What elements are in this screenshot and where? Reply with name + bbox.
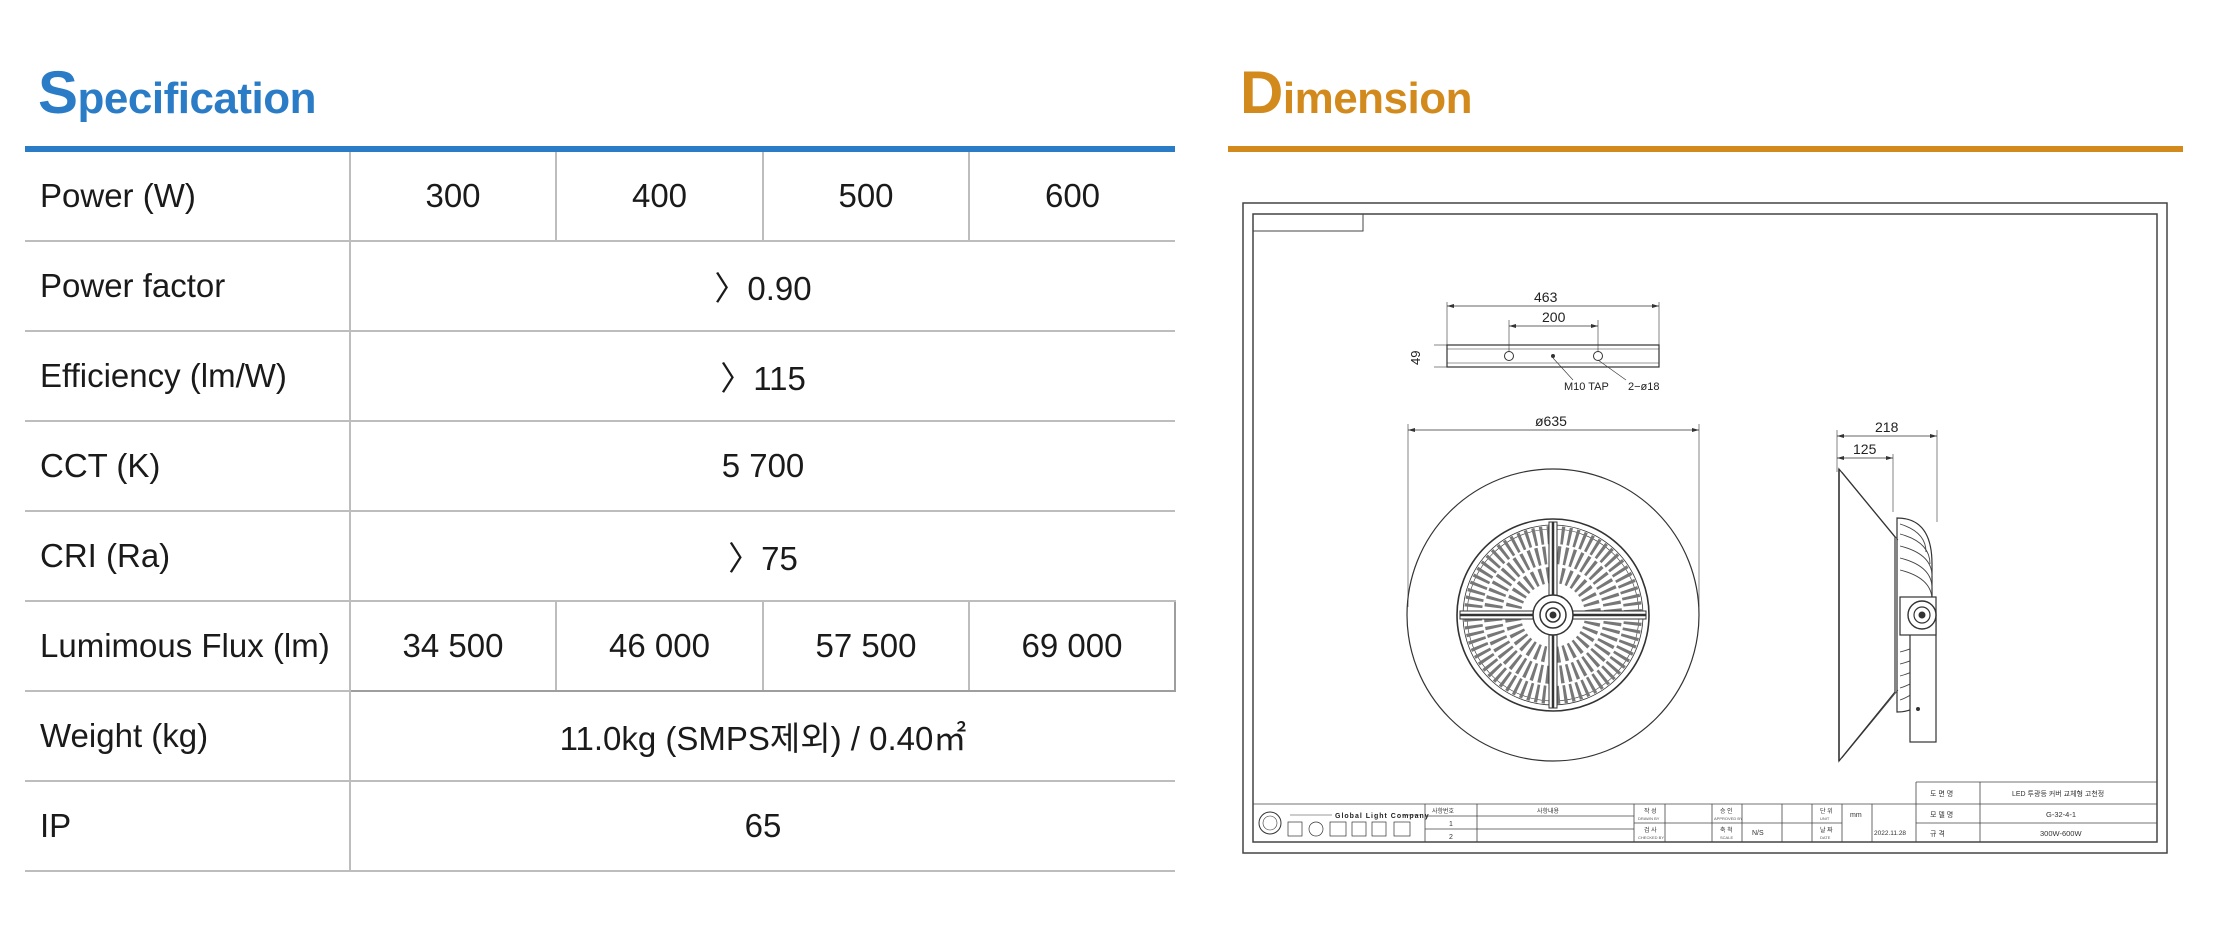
spec-value: 11.0kg (SMPS제외) / 0.40㎡ bbox=[350, 691, 1175, 782]
spec-value: 400 bbox=[556, 152, 764, 242]
spec-title: Specification bbox=[38, 58, 317, 127]
spec-row-cct: CCT (K) 5 700 bbox=[25, 421, 1175, 512]
front-view bbox=[1406, 424, 1700, 762]
spec-value: 〉115 bbox=[350, 331, 1175, 422]
spec-label: Lumimous Flux (lm) bbox=[25, 601, 351, 692]
drawing-name-label: 도 면 명 bbox=[1930, 789, 1953, 798]
spec-value: 65 bbox=[350, 781, 1175, 872]
note-holes-label: 2−ø18 bbox=[1628, 381, 1660, 393]
drawn-by-ko: 작 성 bbox=[1644, 807, 1657, 815]
spec-value: 5 700 bbox=[350, 421, 1175, 512]
model-label: 모 델 명 bbox=[1930, 810, 1953, 819]
dim-49-label: 49 bbox=[1408, 351, 1423, 365]
spec-row-efficiency: Efficiency (lm/W) 〉115 bbox=[25, 331, 1175, 422]
dimension-drawing: 463 200 49 M10 TAP 2−ø18 ø635 218 125 Gl… bbox=[1242, 202, 2168, 854]
spec-title-rest: pecification bbox=[77, 74, 317, 123]
spec-value: 34 500 bbox=[350, 600, 557, 692]
spec-row-power: Power (W) 300 400 500 600 bbox=[25, 152, 1175, 242]
spec-label: IP bbox=[25, 781, 351, 872]
approved-by-ko: 승 인 bbox=[1720, 808, 1733, 815]
dimension-title: Dimension bbox=[1240, 58, 1473, 127]
date-value: 2022.11.28 bbox=[1874, 830, 1906, 837]
rev-row-2: 2 bbox=[1449, 834, 1453, 841]
spec-value: 〉75 bbox=[350, 511, 1175, 602]
checked-by-ko: 검 사 bbox=[1644, 826, 1657, 834]
approved-by-en: APPROVED BY bbox=[1714, 816, 1743, 821]
spec-label: Power factor bbox=[25, 241, 351, 332]
dimension-title-rest: imension bbox=[1282, 74, 1473, 123]
dim-200-label: 200 bbox=[1542, 309, 1566, 325]
spec-label: CCT (K) bbox=[25, 421, 351, 512]
company-name: Global Light Company bbox=[1335, 813, 1430, 820]
dim-218-label: 218 bbox=[1875, 419, 1899, 435]
spec-value: 57 500 bbox=[763, 600, 970, 692]
dim-463-label: 463 bbox=[1534, 289, 1558, 305]
sheet-corner-box bbox=[1252, 213, 1364, 232]
drawn-by-en: DRAWN BY bbox=[1638, 816, 1660, 821]
spec-value: 46 000 bbox=[556, 600, 764, 692]
rev-header-no: 사항번호 bbox=[1432, 807, 1455, 815]
spec-row-power-factor: Power factor 〉0.90 bbox=[25, 241, 1175, 332]
drawing-name-value: LED 투광등 커버 교체형 고천정 bbox=[2012, 789, 2104, 798]
dim-125-label: 125 bbox=[1853, 441, 1877, 457]
sheet-outer-frame bbox=[1242, 202, 2168, 854]
dim-635-label: ø635 bbox=[1535, 413, 1567, 429]
spec-value: 500 bbox=[763, 152, 970, 242]
spec-value: 600 bbox=[969, 152, 1175, 242]
spec-value: 300 bbox=[350, 152, 557, 242]
spec-label: Weight (kg) bbox=[25, 691, 351, 782]
side-view bbox=[1836, 430, 1938, 763]
spec-row-luminous-flux: Lumimous Flux (lm) 34 500 46 000 57 500 … bbox=[25, 600, 1176, 692]
spec-row-ip: IP 65 bbox=[25, 781, 1175, 872]
spec-value: 300W-600W bbox=[2040, 829, 2082, 838]
spec-value: 〉0.90 bbox=[350, 241, 1175, 332]
sheet-inner-frame bbox=[1252, 213, 2158, 843]
rev-row-1: 1 bbox=[1449, 821, 1453, 828]
spec-row-cri: CRI (Ra) 〉75 bbox=[25, 511, 1175, 602]
spec-label: Efficiency (lm/W) bbox=[25, 331, 351, 422]
spec-value: 69 000 bbox=[969, 600, 1176, 692]
scale-ko: 축 척 bbox=[1720, 826, 1733, 834]
scale-value: N/S bbox=[1752, 830, 1764, 837]
rev-header-content: 사항내용 bbox=[1537, 807, 1560, 815]
unit-ko: 단 위 bbox=[1820, 807, 1833, 815]
date-ko: 날 짜 bbox=[1820, 826, 1833, 834]
model-value: G-32-4-1 bbox=[2046, 810, 2076, 819]
spec-label: CRI (Ra) bbox=[25, 511, 351, 602]
note-tap-label: M10 TAP bbox=[1564, 381, 1609, 393]
spec-label: Power (W) bbox=[25, 152, 351, 242]
spec-table: Power (W) 300 400 500 600 Power factor 〉… bbox=[25, 152, 1176, 872]
unit-en: UNIT bbox=[1820, 816, 1830, 821]
scale-en: SCALE bbox=[1720, 835, 1733, 840]
spec-row-weight: Weight (kg) 11.0kg (SMPS제외) / 0.40㎡ bbox=[25, 691, 1175, 782]
dimension-title-initial: D bbox=[1240, 59, 1283, 126]
spec-label: 규 격 bbox=[1930, 830, 1945, 838]
spec-title-initial: S bbox=[38, 59, 78, 126]
dimension-title-rule bbox=[1228, 146, 2183, 152]
unit-value: mm bbox=[1850, 812, 1862, 819]
checked-by-en: CHECKED BY bbox=[1638, 835, 1664, 840]
date-en: DATE bbox=[1820, 835, 1831, 840]
